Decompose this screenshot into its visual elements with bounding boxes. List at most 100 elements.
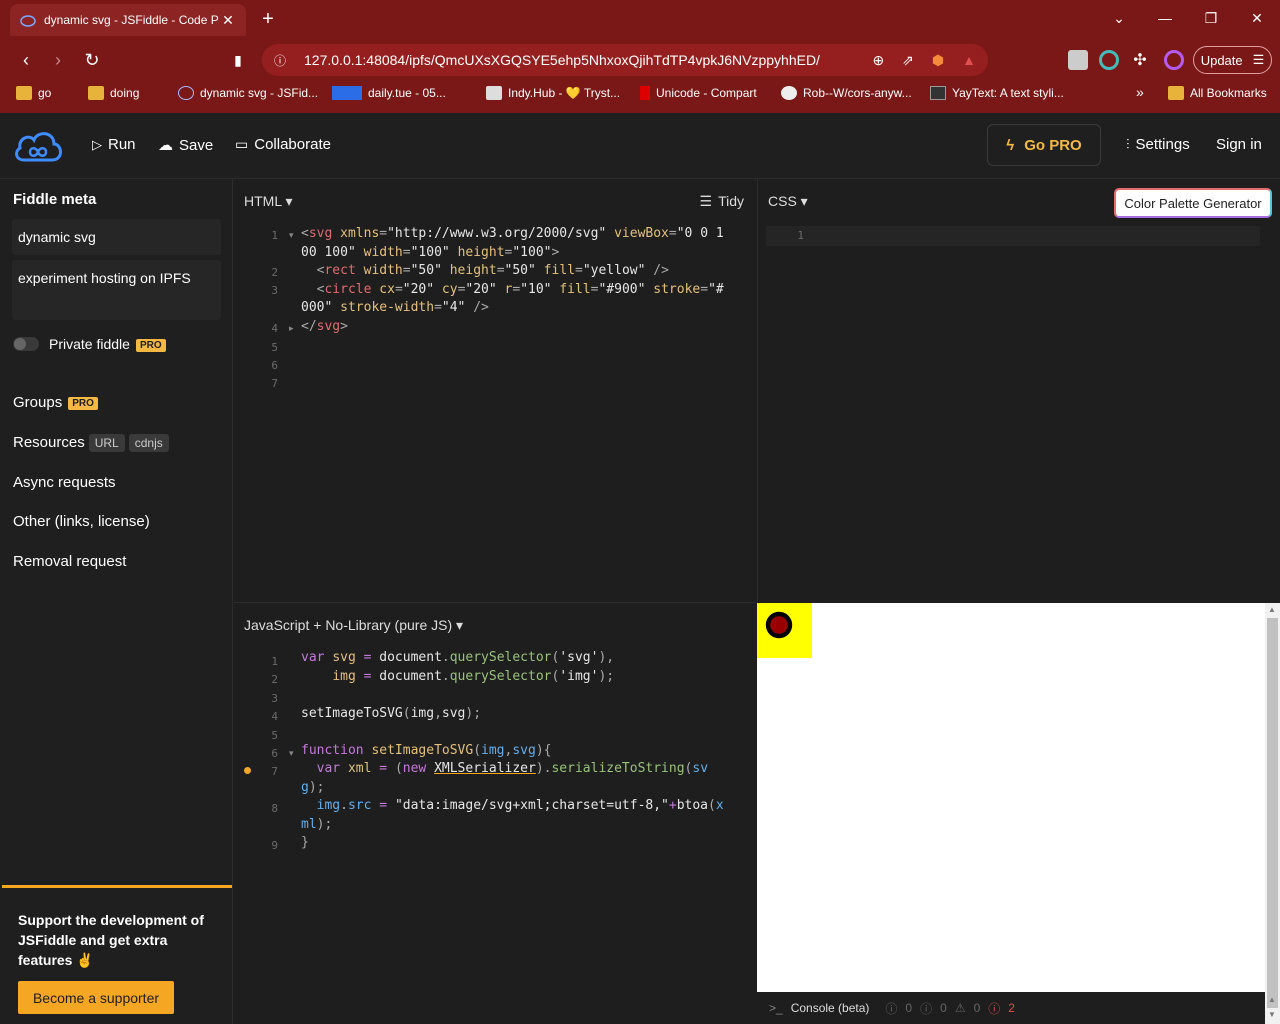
sign-in-button[interactable]: Sign in [1216,136,1262,153]
become-supporter-button[interactable]: Become a supporter [18,981,174,1014]
private-fiddle-toggle[interactable] [13,337,39,351]
bookmark-go[interactable]: go [16,86,51,100]
forward-icon[interactable]: › [46,48,70,72]
settings-button[interactable]: ⫶ Settings [1126,136,1190,153]
share-icon[interactable]: ⇗ [902,52,914,69]
fold-arrow-icon[interactable]: ▾ [289,230,294,241]
scrollbar-thumb[interactable] [1267,618,1278,1008]
go-pro-button[interactable]: ϟ Go PRO [987,124,1101,166]
sliders-icon: ⫶ [1126,136,1130,152]
update-button[interactable]: Update ☰ [1193,46,1272,74]
bookmark-daily[interactable]: daily.tue - 05... [332,86,446,100]
brave-rewards-icon[interactable]: ▲ [962,52,976,68]
line-number: 4 [271,710,278,723]
address-bar[interactable]: ⓘ 127.0.0.1:48084/ipfs/QmcUXsXGQSYE5ehp5… [262,44,988,76]
bookmark-yaytext[interactable]: YayText: A text styli... [930,86,1064,100]
console-prompt-icon: >_ [769,1001,783,1015]
site-info-icon[interactable]: ⓘ [274,52,286,69]
extensions-puzzle-icon[interactable]: ✣ [1130,50,1150,70]
line-number: 7 [271,765,278,778]
browser-tab[interactable]: dynamic svg - JSFiddle - Code P ✕ [10,4,246,36]
folder-icon [88,86,104,100]
line-number: 1 [797,229,804,242]
css-editor[interactable] [818,225,1258,585]
bookmark-doing[interactable]: doing [88,86,139,100]
result-scrollbar[interactable]: ▲ ▲ ▼ [1265,603,1280,1024]
run-button[interactable]: ▷ Run [92,136,136,153]
js-panel-title[interactable]: JavaScript + No-Library (pure JS) ▾ [244,617,463,634]
extension-color-icon[interactable] [1099,50,1119,70]
back-icon[interactable]: ‹ [14,48,38,72]
url-badge[interactable]: URL [88,434,125,453]
zoom-icon[interactable]: ⊕ [872,52,884,69]
sidebar-item-removal[interactable]: Removal request [13,553,126,570]
bookmarks-overflow-icon[interactable]: » [1136,84,1144,100]
scroll-up-icon[interactable]: ▲ [1268,605,1276,614]
result-svg-image [757,603,812,658]
line-number: 8 [271,802,278,815]
line-number: 3 [271,692,278,705]
folder-icon [1168,86,1184,100]
profile-icon[interactable] [1164,50,1184,70]
jsfiddle-icon [178,86,194,100]
menu-icon: ☰ [1252,52,1265,67]
line-number: 7 [271,377,278,390]
tab-search-icon[interactable]: ⌄ [1096,4,1142,34]
sign-in-label: Sign in [1216,136,1262,153]
bookmark-icon[interactable]: ▮ [226,48,250,72]
tidy-icon: ☰ [699,193,713,209]
support-text: Support the development of JSFiddle and … [18,912,204,968]
html-panel-title[interactable]: HTML ▾ [244,193,293,210]
sidebar-item-groups[interactable]: Groups PRO [13,394,98,411]
save-button[interactable]: ☁ Save [158,136,213,155]
html-editor[interactable]: <svg xmlns="http://www.w3.org/2000/svg" … [301,225,741,336]
bookmark-cors[interactable]: Rob--W/cors-anyw... [781,86,912,100]
bookmark-label: daily.tue - 05... [368,86,446,100]
js-editor[interactable]: var svg = document.querySelector('svg'),… [301,649,741,853]
console-bar[interactable]: >_ Console (beta) ⓘ 0 ⓘ 0 ⚠ 0 ⓘ 2 [757,992,1265,1024]
log-count: 0 [905,1001,913,1015]
collaborate-button[interactable]: ▭ Collaborate [235,136,331,153]
fiddle-description-input[interactable]: experiment hosting on IPFS [12,260,221,320]
error-count: 2 [1008,1001,1015,1015]
new-tab-button[interactable]: + [256,8,280,32]
result-panel[interactable] [757,603,1265,992]
all-bookmarks-label: All Bookmarks [1190,86,1267,100]
minimize-button[interactable]: — [1142,4,1188,34]
bookmarks-bar: go doing dynamic svg - JSFid... daily.tu… [0,80,1280,108]
github-icon [781,86,797,100]
brave-shield-icon[interactable]: ⬢ [932,52,944,69]
jsfiddle-logo-icon[interactable] [12,126,64,166]
tab-close-icon[interactable]: ✕ [220,12,236,29]
all-bookmarks[interactable]: All Bookmarks [1168,86,1267,100]
css-panel-title[interactable]: CSS ▾ [768,193,808,210]
bookmark-compart[interactable]: Unicode - Compart [640,86,757,100]
error-count-icon: ⓘ [988,1001,1001,1016]
collaborate-label: Collaborate [254,136,331,153]
restore-button[interactable]: ❐ [1188,4,1234,34]
color-palette-generator-button[interactable]: Color Palette Generator [1114,188,1272,218]
line-number: 9 [271,839,278,852]
reload-icon[interactable]: ↻ [80,48,104,72]
extension-h-icon[interactable] [1068,50,1088,70]
cdnjs-badge[interactable]: cdnjs [128,434,169,453]
line-number: 5 [271,729,278,742]
close-window-button[interactable]: ✕ [1234,4,1280,34]
support-box: Support the development of JSFiddle and … [2,885,232,1024]
bookmark-dynamic-svg[interactable]: dynamic svg - JSFid... [178,86,318,100]
sidebar-item-async[interactable]: Async requests [13,474,116,491]
tidy-button[interactable]: ☰ Tidy [700,193,745,210]
scroll-up-icon[interactable]: ▲ [1268,995,1276,1004]
fold-arrow-icon[interactable]: ▸ [289,323,294,334]
bookmark-indyhub[interactable]: Indy.Hub - 💛 Tryst... [486,86,620,100]
bookmark-label: dynamic svg - JSFid... [200,86,319,100]
fiddle-title-input[interactable]: dynamic svg [12,219,221,255]
bookmark-label: doing [110,86,140,100]
sidebar-item-other[interactable]: Other (links, license) [13,513,150,530]
indyhub-icon [486,86,502,100]
fold-arrow-icon[interactable]: ▾ [289,748,294,759]
bookmark-label: Unicode - Compart [656,86,757,100]
scroll-down-icon[interactable]: ▼ [1268,1010,1276,1019]
sidebar-item-resources[interactable]: Resources URL cdnjs [13,434,169,453]
url-text: 127.0.0.1:48084/ipfs/QmcUXsXGQSYE5ehp5Nh… [304,52,820,68]
